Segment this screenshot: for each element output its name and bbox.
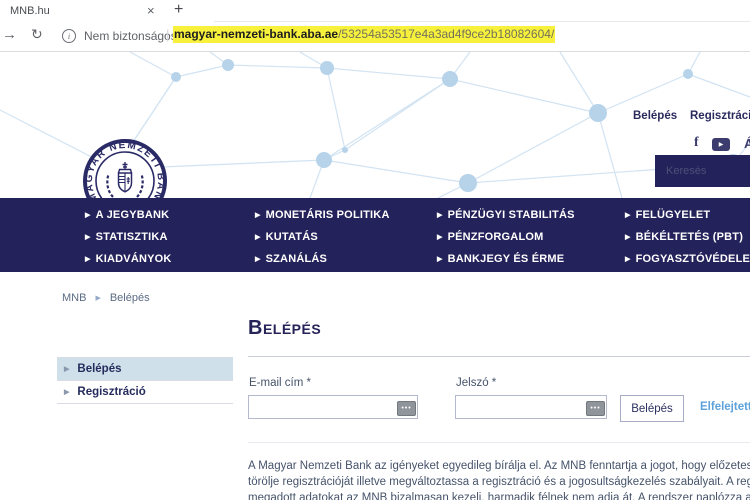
login-button[interactable]: Belépés <box>620 395 684 422</box>
sidebar-item-belepes[interactable]: ▶ Belépés <box>57 357 233 381</box>
nav-item-penzugyi-stabilitas[interactable]: ▶PÉNZÜGYI STABILITÁS <box>437 209 575 221</box>
forward-icon[interactable]: → <box>2 26 17 43</box>
nav-arrow-icon: ▶ <box>437 234 443 241</box>
sidebar-item-label: Belépés <box>77 363 121 375</box>
browser-toolbar: → ↻ i Nem biztonságos | magyar-nemzeti-b… <box>0 22 750 51</box>
sidebar-arrow-icon: ▶ <box>64 365 69 373</box>
nav-arrow-icon: ▶ <box>437 212 443 219</box>
nav-item-penzforgalom[interactable]: ▶PÉNZFORGALOM <box>437 231 544 243</box>
nav-item-kutatas[interactable]: ▶KUTATÁS <box>255 231 318 243</box>
nav-arrow-icon: ▶ <box>255 234 261 241</box>
nav-arrow-icon: ▶ <box>85 234 91 241</box>
breadcrumb-current: Belépés <box>110 292 150 304</box>
info-icon[interactable]: i <box>62 29 76 43</box>
password-field[interactable] <box>455 395 607 419</box>
main-navigation: ▶A JEGYBANK ▶STATISZTIKA ▶KIADVÁNYOK ▶MO… <box>0 198 750 272</box>
new-tab-icon[interactable]: + <box>174 1 183 19</box>
sidebar-menu: ▶ Belépés ▶ Regisztráció <box>57 357 233 404</box>
address-bar[interactable]: magyar-nemzeti-bank.aba.ae/53254a53517e4… <box>173 27 555 41</box>
nav-arrow-icon: ▶ <box>625 256 631 263</box>
chip-separator: | <box>166 27 169 42</box>
browser-window: MNB.hu × + → ↻ i Nem biztonságos | magya… <box>0 0 750 500</box>
youtube-icon[interactable]: ▶ <box>712 138 730 151</box>
autofill-icon[interactable]: ••• <box>586 401 605 416</box>
password-label: Jelszó * <box>456 377 496 389</box>
nav-item-jegybank[interactable]: ▶A JEGYBANK <box>85 209 169 221</box>
facebook-icon[interactable]: f <box>694 135 699 151</box>
browser-tab[interactable]: MNB.hu <box>10 5 50 17</box>
nav-arrow-icon: ▶ <box>625 212 631 219</box>
url-path: /53254a53517e4a3ad4f9ce2b18082604/ <box>338 27 554 41</box>
autofill-icon[interactable]: ••• <box>397 401 416 416</box>
notice-text-line: megadott adatokat az MNB bizalmasan keze… <box>248 492 750 500</box>
youtube-play-glyph: ▶ <box>719 142 724 148</box>
nav-arrow-icon: ▶ <box>85 256 91 263</box>
nav-item-fogyasztovedelem[interactable]: ▶FOGYASZTÓVÉDELEM <box>625 253 750 265</box>
nav-item-kiadvanyok[interactable]: ▶KIADVÁNYOK <box>85 253 172 265</box>
reload-icon[interactable]: ↻ <box>31 26 43 43</box>
site-header: MAGYAR NEMZETI BANK Belépés Regisztráció… <box>0 52 750 198</box>
nav-item-felugyelet[interactable]: ▶FELÜGYELET <box>625 209 710 221</box>
accessibility-icon[interactable]: Á <box>744 136 750 151</box>
title-divider <box>248 356 750 357</box>
header-login-link[interactable]: Belépés <box>633 110 677 122</box>
security-chip[interactable]: Nem biztonságos <box>84 29 177 43</box>
sidebar-arrow-icon: ▶ <box>64 388 69 396</box>
close-tab-icon[interactable]: × <box>147 3 155 18</box>
forgot-password-link[interactable]: Elfelejtette a jelszavát? <box>700 401 750 413</box>
nav-arrow-icon: ▶ <box>85 212 91 219</box>
nav-arrow-icon: ▶ <box>255 212 261 219</box>
sidebar-item-regisztracio[interactable]: ▶ Regisztráció <box>57 381 233 404</box>
email-label: E-mail cím * <box>249 377 311 389</box>
email-field[interactable] <box>248 395 418 419</box>
notice-divider <box>248 442 750 443</box>
page-title: Belépés <box>248 317 321 340</box>
nav-arrow-icon: ▶ <box>437 256 443 263</box>
nav-item-bekeltetes[interactable]: ▶BÉKÉLTETÉS (PBT) <box>625 231 743 243</box>
breadcrumb-arrow-icon: ▶ <box>95 295 100 302</box>
notice-text-line: törölje regisztrációját illetve megválto… <box>248 476 750 488</box>
search-box <box>655 155 750 187</box>
nav-item-szanalas[interactable]: ▶SZANÁLÁS <box>255 253 327 265</box>
breadcrumb: MNB ▶ Belépés <box>62 292 150 304</box>
breadcrumb-home-link[interactable]: MNB <box>62 292 86 304</box>
mnb-logo[interactable]: MAGYAR NEMZETI BANK <box>82 138 168 198</box>
sidebar-item-label: Regisztráció <box>77 386 145 398</box>
nav-item-statisztika[interactable]: ▶STATISZTIKA <box>85 231 168 243</box>
tab-strip: MNB.hu × + <box>0 0 750 22</box>
nav-item-monetaris-politika[interactable]: ▶MONETÁRIS POLITIKA <box>255 209 390 221</box>
header-register-link[interactable]: Regisztráció <box>690 110 750 122</box>
nav-arrow-icon: ▶ <box>255 256 261 263</box>
search-input[interactable] <box>655 155 750 187</box>
nav-arrow-icon: ▶ <box>625 234 631 241</box>
notice-text-line: A Magyar Nemzeti Bank az igényeket egyed… <box>248 460 750 472</box>
url-domain: magyar-nemzeti-bank.aba.ae <box>174 27 338 41</box>
nav-item-bankjegy-es-erme[interactable]: ▶BANKJEGY ÉS ÉRME <box>437 253 564 265</box>
